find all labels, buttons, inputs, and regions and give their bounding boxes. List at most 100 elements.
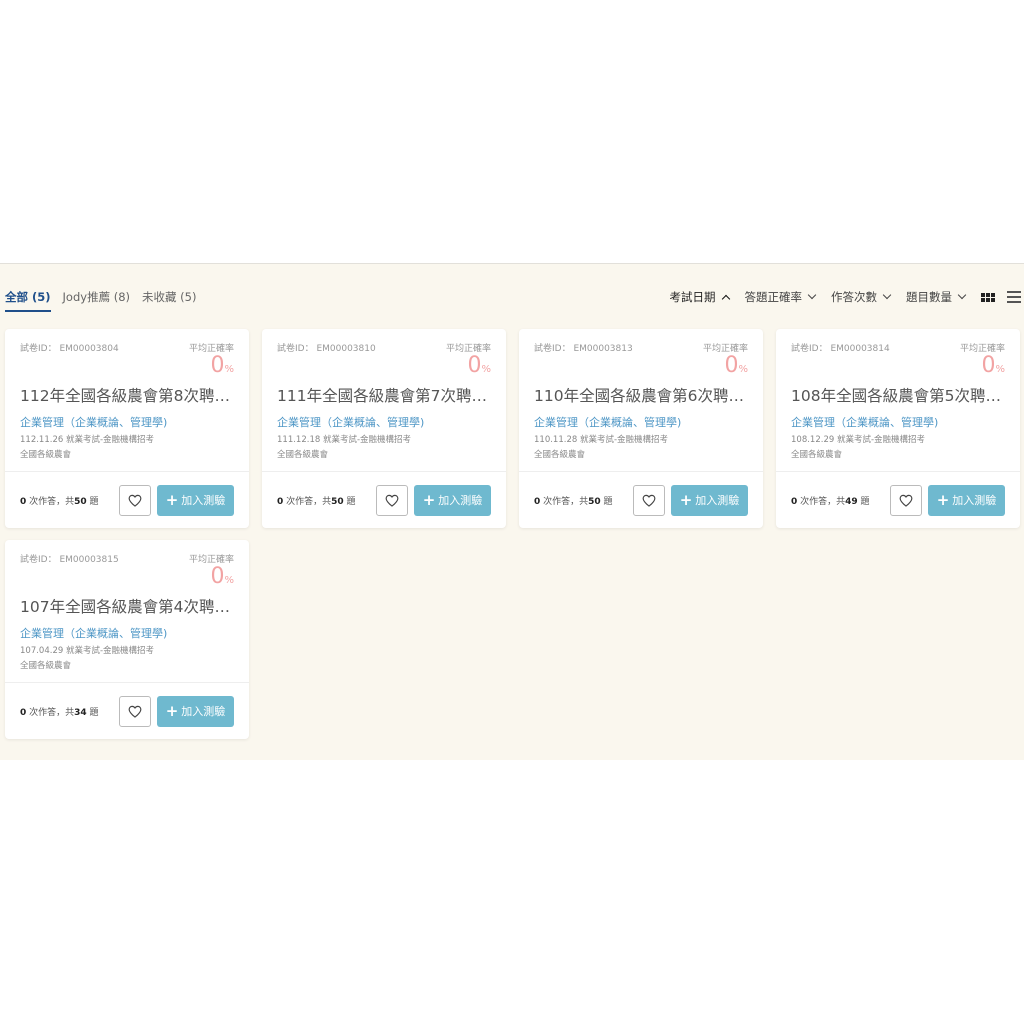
questions-number: 50 [331,496,344,507]
grid-view-icon[interactable] [981,292,995,302]
add-to-quiz-button[interactable]: + 加入測驗 [157,695,234,727]
add-to-quiz-button[interactable]: + 加入測驗 [928,484,1005,516]
tab-not-favorited[interactable]: 未收藏 (5) [142,289,196,312]
favorite-button[interactable] [890,484,922,516]
exam-title[interactable]: 107年全國各級農會第4次聘… [20,595,230,617]
sort-bar: 考試日期 答題正確率 作答次數 題目數量 [669,289,1021,305]
favorite-button[interactable] [376,484,408,516]
exam-meta: 108.12.29 就業考試-金融機構招考 全國各級農會 [791,433,1005,463]
attempt-count: 0 次作答，共50 題 [534,494,633,507]
filter-tabs: 全部 (5) Jody推薦 (8) 未收藏 (5) [5,289,196,312]
average-accuracy-number: 0 [467,353,482,378]
card-footer: 0 次作答，共50 題 + 加入測驗 [519,472,763,528]
questions-unit: 題 [857,496,870,507]
sort-question-count[interactable]: 題目數量 [906,289,967,305]
exam-date-category: 108.12.29 就業考試-金融機構招考 [791,435,926,445]
heart-icon [385,494,399,507]
attempts-label: 次作答，共 [26,496,75,507]
sort-attempts[interactable]: 作答次數 [831,289,892,305]
exam-card[interactable]: 試卷ID： EM00003815 平均正確率 0% 107年全國各級農會第4次聘… [5,540,249,739]
sort-accuracy[interactable]: 答題正確率 [744,289,817,305]
average-accuracy-value: 0% [724,353,748,378]
card-footer: 0 次作答，共50 題 + 加入測驗 [262,472,506,528]
exam-organization: 全國各級農會 [277,450,329,460]
average-accuracy-number: 0 [210,353,225,378]
attempts-label: 次作答，共 [283,496,332,507]
favorite-button[interactable] [119,484,151,516]
add-to-quiz-label: 加入測驗 [438,494,483,507]
percent-unit: % [738,364,748,375]
add-to-quiz-label: 加入測驗 [695,494,740,507]
heart-icon [128,494,142,507]
exam-title[interactable]: 111年全國各級農會第7次聘… [277,384,487,406]
exam-title[interactable]: 108年全國各級農會第5次聘… [791,384,1001,406]
exam-subject: 企業管理（企業概論、管理學) [534,416,682,429]
add-to-quiz-button[interactable]: + 加入測驗 [414,484,491,516]
chevron-down-icon [957,290,967,300]
exam-card[interactable]: 試卷ID： EM00003804 平均正確率 0% 112年全國各級農會第8次聘… [5,329,249,528]
sort-exam-date-label: 考試日期 [669,290,716,304]
tab-all[interactable]: 全部 (5) [5,289,51,312]
attempts-label: 次作答，共 [797,496,846,507]
card-body: 試卷ID： EM00003813 平均正確率 0% 110年全國各級農會第6次聘… [519,329,763,472]
add-to-quiz-label: 加入測驗 [181,705,226,718]
chevron-down-icon [807,290,817,300]
average-accuracy-value: 0% [210,564,234,589]
exam-title[interactable]: 112年全國各級農會第8次聘… [20,384,230,406]
tab-jody-recommended[interactable]: Jody推薦 (8) [63,289,130,312]
percent-unit: % [995,364,1005,375]
plus-icon: + [679,490,693,509]
exam-meta: 111.12.18 就業考試-金融機構招考 全國各級農會 [277,433,491,463]
card-footer: 0 次作答，共34 題 + 加入測驗 [5,683,249,739]
percent-unit: % [481,364,491,375]
attempts-label: 次作答，共 [26,707,75,718]
exam-meta: 110.11.28 就業考試-金融機構招考 全國各級農會 [534,433,748,463]
exam-subject: 企業管理（企業概論、管理學) [20,627,168,640]
sort-question-count-label: 題目數量 [906,290,952,304]
questions-unit: 題 [600,496,613,507]
exam-card[interactable]: 試卷ID： EM00003813 平均正確率 0% 110年全國各級農會第6次聘… [519,329,763,528]
exam-date-category: 111.12.18 就業考試-金融機構招考 [277,435,412,445]
sort-attempts-label: 作答次數 [831,290,877,304]
exam-organization: 全國各級農會 [534,450,586,460]
questions-number: 50 [74,496,87,507]
favorite-button[interactable] [119,695,151,727]
add-to-quiz-button[interactable]: + 加入測驗 [157,484,234,516]
plus-icon: + [165,490,179,509]
attempt-count: 0 次作答，共49 題 [791,494,890,507]
percent-unit: % [224,364,234,375]
card-body: 試卷ID： EM00003815 平均正確率 0% 107年全國各級農會第4次聘… [5,540,249,683]
list-view-icon[interactable] [1007,291,1021,303]
average-accuracy-number: 0 [981,353,996,378]
average-accuracy-number: 0 [210,564,225,589]
plus-icon: + [165,701,179,720]
questions-number: 49 [845,496,858,507]
attempt-count: 0 次作答，共34 題 [20,705,119,718]
average-accuracy-value: 0% [210,353,234,378]
card-footer: 0 次作答，共49 題 + 加入測驗 [776,472,1020,528]
questions-unit: 題 [86,707,99,718]
add-to-quiz-label: 加入測驗 [952,494,997,507]
exam-organization: 全國各級農會 [20,450,72,460]
average-accuracy-number: 0 [724,353,739,378]
questions-unit: 題 [86,496,99,507]
exam-card[interactable]: 試卷ID： EM00003814 平均正確率 0% 108年全國各級農會第5次聘… [776,329,1020,528]
exam-title[interactable]: 110年全國各級農會第6次聘… [534,384,744,406]
questions-number: 50 [588,496,601,507]
exam-organization: 全國各級農會 [791,450,843,460]
card-body: 試卷ID： EM00003804 平均正確率 0% 112年全國各級農會第8次聘… [5,329,249,472]
exam-card[interactable]: 試卷ID： EM00003810 平均正確率 0% 111年全國各級農會第7次聘… [262,329,506,528]
exam-meta: 112.11.26 就業考試-金融機構招考 全國各級農會 [20,433,234,463]
sort-exam-date[interactable]: 考試日期 [669,289,730,305]
attempt-count: 0 次作答，共50 題 [277,494,376,507]
exam-date-category: 107.04.29 就業考試-金融機構招考 [20,646,155,656]
plus-icon: + [936,490,950,509]
attempt-count: 0 次作答，共50 題 [20,494,119,507]
favorite-button[interactable] [633,484,665,516]
exam-subject: 企業管理（企業概論、管理學) [791,416,939,429]
average-accuracy-value: 0% [467,353,491,378]
sort-accuracy-label: 答題正確率 [744,290,803,304]
attempts-label: 次作答，共 [540,496,589,507]
add-to-quiz-button[interactable]: + 加入測驗 [671,484,748,516]
exam-date-category: 110.11.28 就業考試-金融機構招考 [534,435,669,445]
